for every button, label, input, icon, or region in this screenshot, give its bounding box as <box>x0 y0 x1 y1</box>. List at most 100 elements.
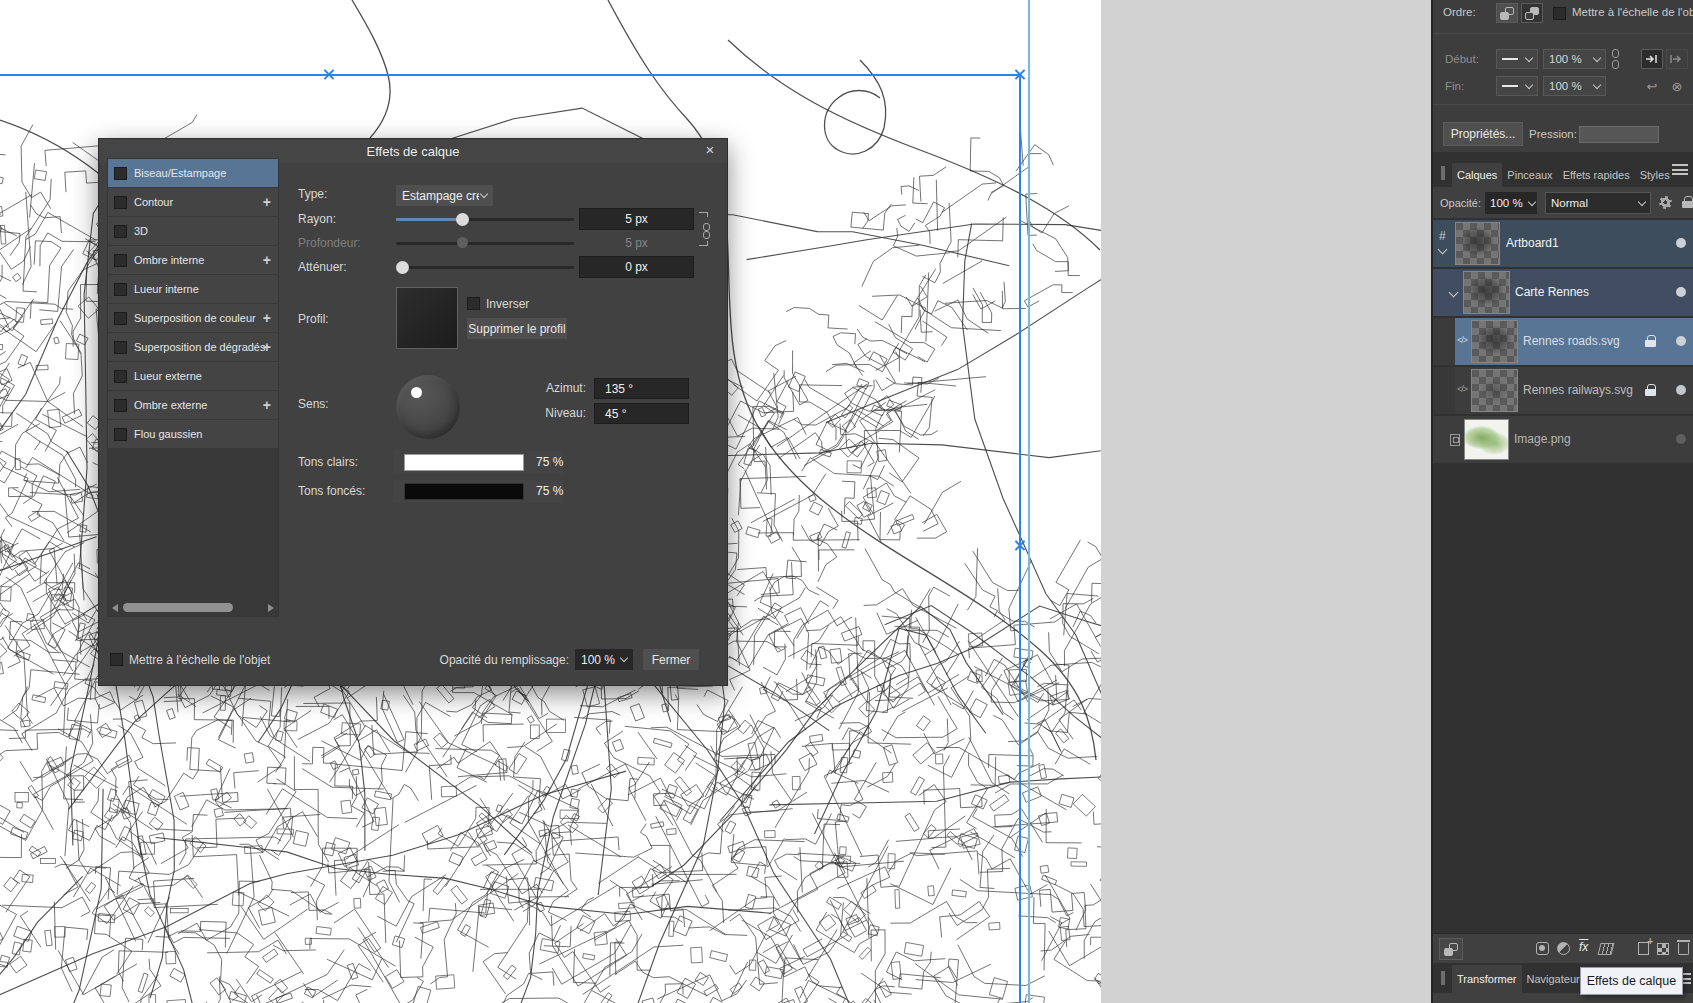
list-scrollbar[interactable] <box>109 601 277 614</box>
fin-percent-dropdown[interactable]: 100 % <box>1543 76 1606 96</box>
add-layer-icon[interactable] <box>1638 942 1649 955</box>
effect-item-lueur-interne[interactable]: Lueur interne <box>108 275 278 303</box>
tab-transformer[interactable]: Transformer <box>1452 965 1522 993</box>
live-filter-icon[interactable] <box>1598 943 1615 955</box>
delete-layer-icon[interactable] <box>1678 943 1689 955</box>
visibility-dot[interactable] <box>1676 434 1686 444</box>
scroll-left-icon[interactable] <box>112 604 118 612</box>
tab-calques[interactable]: Calques <box>1452 163 1502 187</box>
lock-icon[interactable] <box>1645 384 1656 396</box>
rayon-slider-knob[interactable] <box>456 213 469 226</box>
lock-icon[interactable] <box>1645 335 1656 347</box>
pressure-end-button[interactable] <box>1666 49 1688 69</box>
layer-name[interactable]: Rennes roads.svg <box>1523 334 1620 348</box>
layer-row-rennes-railways[interactable]: </> Rennes railways.svg <box>1433 367 1693 414</box>
layer-row-carte-rennes[interactable]: Carte Rennes <box>1433 269 1693 316</box>
visibility-dot[interactable] <box>1676 336 1686 346</box>
panel-grip[interactable] <box>1441 166 1445 180</box>
order-front-button[interactable] <box>1521 3 1543 23</box>
supprimer-profil-button[interactable]: Supprimer le profil <box>467 318 567 339</box>
attenuer-slider-knob[interactable] <box>396 261 409 274</box>
effect-item-superposition-couleur[interactable]: Superposition de couleur+ <box>108 304 278 332</box>
visibility-dot[interactable] <box>1676 238 1686 248</box>
layer-row-artboard1[interactable]: # Artboard1 <box>1433 220 1693 267</box>
lock-icon[interactable] <box>1682 196 1693 208</box>
mask-icon[interactable] <box>1536 942 1549 955</box>
fermer-button[interactable]: Fermer <box>643 649 699 670</box>
inverser-checkbox[interactable] <box>467 297 480 310</box>
debut-percent-dropdown[interactable]: 100 % <box>1543 49 1606 69</box>
attenuer-slider[interactable] <box>396 266 574 269</box>
niveau-input[interactable]: 45 ° <box>594 403 689 424</box>
bottom-grip[interactable] <box>1441 971 1445 985</box>
tab-navigateur[interactable]: Navigateur <box>1522 965 1585 993</box>
adjustment-icon[interactable] <box>1557 942 1570 955</box>
effect-checkbox[interactable] <box>114 196 127 209</box>
rayon-slider[interactable] <box>396 218 574 221</box>
effect-item-lueur-externe[interactable]: Lueur externe <box>108 362 278 390</box>
selection-handle-right[interactable] <box>1014 540 1025 551</box>
dialog-close-button[interactable]: × <box>701 141 719 159</box>
layer-name[interactable]: Image.png <box>1514 432 1571 446</box>
expand-chevron-icon[interactable] <box>1438 245 1448 255</box>
effect-item-superposition-degrades[interactable]: Superposition de dégradés+ <box>108 333 278 361</box>
effect-item-contour[interactable]: Contour+ <box>108 188 278 216</box>
loop-button[interactable]: ↩ <box>1641 76 1663 96</box>
pression-input[interactable] <box>1579 126 1659 143</box>
selection-handle-corner[interactable] <box>1014 69 1025 80</box>
duplicate-button[interactable] <box>1439 938 1463 960</box>
effect-checkbox[interactable] <box>114 399 127 412</box>
transparency-icon[interactable] <box>1657 943 1669 955</box>
opacity-dropdown[interactable]: 100 % <box>1485 192 1537 214</box>
profil-curve-box[interactable] <box>396 287 458 349</box>
fill-opacity-dropdown[interactable]: 100 % <box>575 649 633 670</box>
tons-fonces-swatch[interactable] <box>404 483 524 500</box>
direction-sphere[interactable] <box>396 375 460 439</box>
effect-checkbox[interactable] <box>114 167 127 180</box>
effect-checkbox[interactable] <box>114 254 127 267</box>
effect-item-flou-gaussien[interactable]: Flou gaussien <box>108 420 278 448</box>
type-dropdown[interactable]: Estampage creux <box>396 185 493 206</box>
effect-checkbox[interactable] <box>114 428 127 441</box>
layer-thumbnail[interactable] <box>1471 369 1518 412</box>
effect-checkbox[interactable] <box>114 370 127 383</box>
direction-dot[interactable] <box>411 387 422 398</box>
order-back-button[interactable] <box>1496 3 1518 23</box>
tons-clairs-swatch[interactable] <box>404 454 524 471</box>
reset-rotation-button[interactable]: ⊗ <box>1666 76 1688 96</box>
selection-handle-top[interactable] <box>323 69 334 80</box>
fin-line-dropdown[interactable] <box>1496 76 1538 96</box>
layer-name[interactable]: Artboard1 <box>1506 236 1559 250</box>
layer-effects-icon[interactable]: fx <box>1579 940 1588 954</box>
layer-thumbnail[interactable] <box>1464 419 1509 460</box>
layer-row-rennes-roads[interactable]: </> Rennes roads.svg <box>1433 318 1693 365</box>
layer-thumbnail[interactable] <box>1463 271 1510 314</box>
effect-item-ombre-externe[interactable]: Ombre externe+ <box>108 391 278 419</box>
scale-object-checkbox[interactable] <box>110 653 123 666</box>
attenuer-value-box[interactable]: 0 px <box>579 256 694 278</box>
azimut-input[interactable]: 135 ° <box>594 378 689 399</box>
debut-line-dropdown[interactable] <box>1496 49 1538 69</box>
link-pressure-icon[interactable] <box>1611 49 1621 69</box>
effect-checkbox[interactable] <box>114 312 127 325</box>
pressure-start-button[interactable] <box>1641 49 1663 69</box>
proprietes-button[interactable]: Propriétés... <box>1443 122 1523 146</box>
effect-checkbox[interactable] <box>114 225 127 238</box>
effect-checkbox[interactable] <box>114 283 127 296</box>
layer-thumbnail[interactable] <box>1455 222 1500 265</box>
scroll-thumb[interactable] <box>123 603 233 612</box>
gear-icon[interactable] <box>1659 196 1672 209</box>
effect-item-biseau[interactable]: Biseau/Estampage <box>108 159 278 187</box>
tab-pinceaux[interactable]: Pinceaux <box>1502 163 1557 187</box>
effect-item-3d[interactable]: 3D <box>108 217 278 245</box>
link-radius-depth-icon[interactable] <box>697 212 711 250</box>
panel-scale-checkbox[interactable] <box>1553 7 1566 20</box>
scroll-right-icon[interactable] <box>268 604 274 612</box>
layer-name[interactable]: Rennes railways.svg <box>1523 383 1633 397</box>
layer-thumbnail[interactable] <box>1471 320 1518 363</box>
layer-row-image-png[interactable]: Image.png <box>1433 416 1693 463</box>
visibility-dot[interactable] <box>1676 385 1686 395</box>
tab-effets-rapides[interactable]: Effets rapides <box>1558 163 1635 187</box>
visibility-dot[interactable] <box>1676 287 1686 297</box>
tab-styles[interactable]: Styles <box>1635 163 1675 187</box>
